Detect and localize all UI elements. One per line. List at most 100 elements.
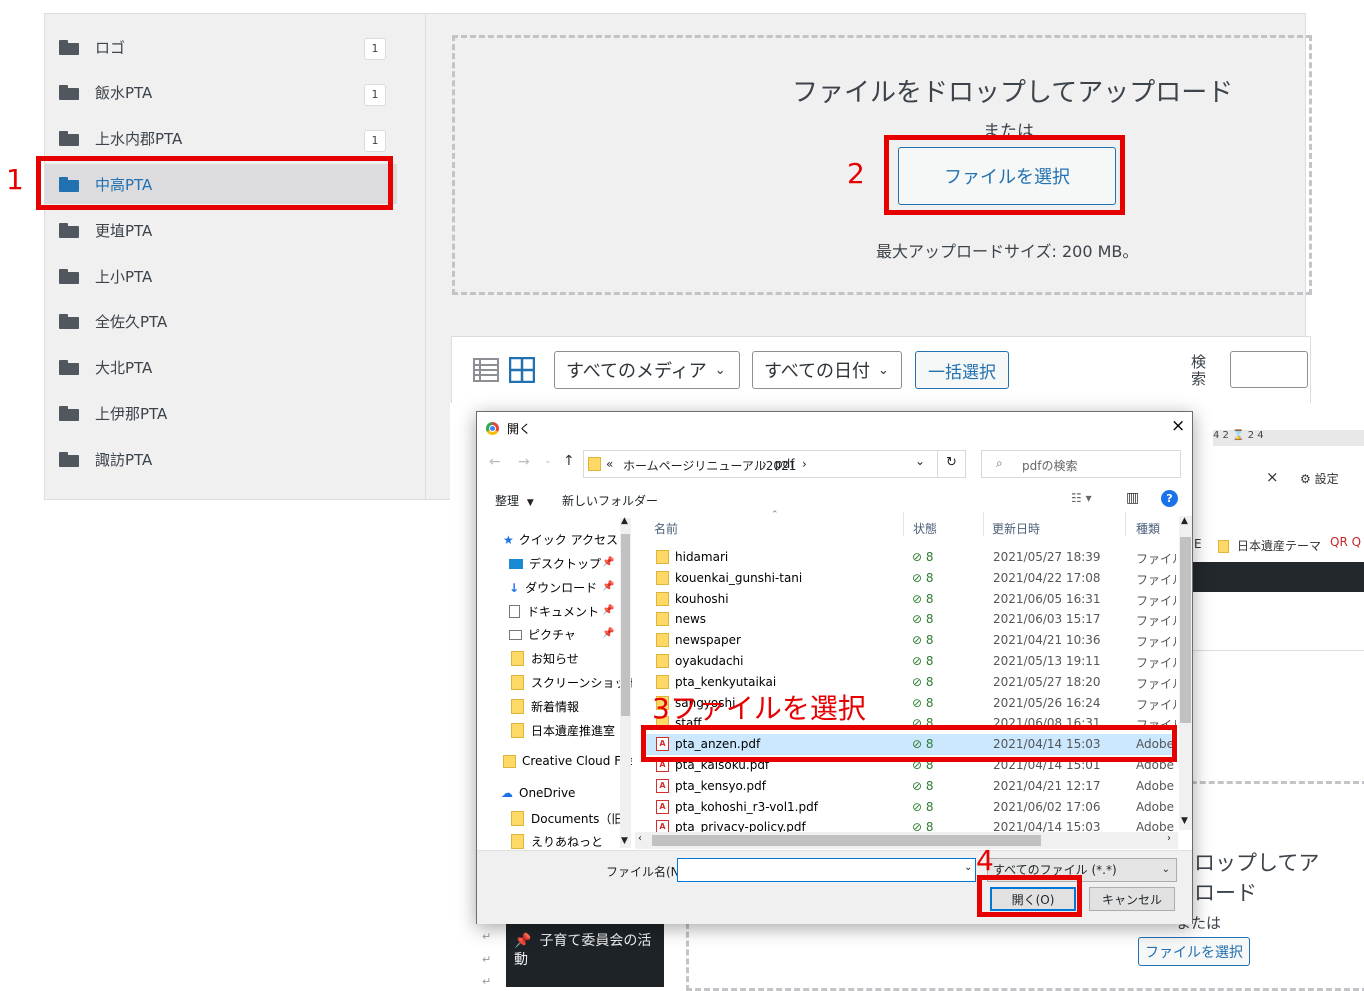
nav-item[interactable]: ピクチャ: [509, 626, 576, 643]
folder-item[interactable]: 更埴PTA: [45, 210, 397, 250]
folder-icon: [59, 222, 79, 238]
column-separator[interactable]: [983, 512, 984, 536]
divider: [1180, 650, 1364, 651]
scroll-down-icon[interactable]: ▼: [621, 836, 628, 846]
new-folder-button[interactable]: 新しいフォルダー: [562, 492, 658, 509]
bookmark-item[interactable]: E: [1194, 537, 1202, 551]
media-type-filter[interactable]: すべてのメディア ⌄: [554, 351, 740, 389]
nav-item-label: Documents（旧:: [531, 812, 628, 826]
file-row[interactable]: Apta_kohoshi_r3-vol1.pdf ⊘ 8 2021/06/02 17…: [642, 797, 1177, 818]
file-row[interactable]: oyakudachi ⊘ 8 2021/05/13 19:11 ファイル フ: [642, 651, 1177, 672]
breadcrumb-item[interactable]: ホームページリニューアル2021: [623, 457, 796, 474]
folder-label: 上小PTA: [95, 267, 153, 286]
nav-item[interactable]: お知らせ: [511, 650, 579, 667]
folder-item[interactable]: 大北PTA: [45, 348, 397, 388]
column-header-date[interactable]: 更新日時: [992, 520, 1040, 537]
history-dropdown-icon[interactable]: ⌄: [544, 456, 552, 466]
file-row[interactable]: kouenkai_gunshi-tani ⊘ 8 2021/04/22 17:08 フ…: [642, 568, 1177, 589]
sync-status: ⊘ 8: [912, 778, 934, 793]
folder-item[interactable]: 諏訪PTA: [45, 439, 397, 479]
filename-input[interactable]: [677, 858, 976, 882]
scroll-down-icon[interactable]: ▼: [1181, 816, 1188, 826]
scroll-right-icon[interactable]: ›: [1167, 833, 1171, 844]
pin-icon: 📌: [602, 605, 615, 616]
chevron-down-icon[interactable]: ⌄: [915, 454, 925, 468]
media-search-input[interactable]: [1230, 351, 1308, 388]
file-date: 2021/05/27 18:20: [993, 674, 1101, 689]
file-row[interactable]: news ⊘ 8 2021/06/03 15:17 ファイル フ: [642, 609, 1177, 630]
file-row[interactable]: newspaper ⊘ 8 2021/04/21 10:36 ファイル フ: [642, 630, 1177, 651]
nav-item-label: スクリーンショット: [531, 676, 632, 690]
nav-item[interactable]: えりあねっと: [511, 833, 603, 850]
file-name: kouenkai_gunshi-tani: [675, 570, 803, 585]
list-view-icon[interactable]: [473, 357, 499, 383]
close-icon[interactable]: ×: [1266, 468, 1279, 486]
folder-item[interactable]: 全佐久PTA: [45, 302, 397, 342]
nav-item[interactable]: ↓ ダウンロード: [509, 579, 597, 596]
nav-item[interactable]: ☁ OneDrive: [501, 786, 575, 800]
grid-view-icon[interactable]: [509, 357, 535, 383]
nav-item[interactable]: デスクトップ: [509, 555, 601, 572]
refresh-button[interactable]: ↻: [937, 450, 966, 478]
up-folder-icon[interactable]: ↑: [563, 453, 575, 469]
sync-status: ⊘ 8: [912, 550, 934, 564]
back-icon[interactable]: ←: [489, 454, 501, 470]
folder-search-input[interactable]: ⌕ pdfの検索: [981, 450, 1181, 478]
nav-item[interactable]: 日本遺産推進室: [511, 722, 615, 739]
forward-icon[interactable]: →: [518, 454, 530, 470]
scroll-up-icon[interactable]: ▲: [621, 516, 628, 526]
file-list-scrollbar-thumb[interactable]: [1180, 537, 1191, 723]
column-separator[interactable]: [903, 512, 904, 536]
breadcrumb-item[interactable]: pdf: [775, 457, 794, 471]
sidebar-item-kosodate[interactable]: 📌 子育て委員会の活動: [514, 932, 664, 970]
preview-pane-icon[interactable]: ▥: [1126, 490, 1139, 506]
address-bar[interactable]: « ホームページリニューアル2021 › pdf › ⌄: [583, 450, 966, 478]
nav-scrollbar-thumb[interactable]: [621, 534, 630, 716]
column-separator[interactable]: [1125, 512, 1126, 536]
scroll-left-icon[interactable]: ‹: [638, 833, 642, 844]
star-icon: ★: [503, 532, 514, 547]
file-row[interactable]: Apta_kensyo.pdf ⊘ 8 2021/04/21 12:17 Adobe …: [642, 776, 1177, 797]
file-row[interactable]: kouhoshi ⊘ 8 2021/06/05 16:31 ファイル フ: [642, 589, 1177, 610]
background-select-files-button[interactable]: ファイルを選択: [1138, 937, 1250, 966]
nav-item-label: 日本遺産推進室: [531, 724, 616, 738]
date-filter[interactable]: すべての日付 ⌄: [752, 351, 902, 389]
nav-item[interactable]: 新着情報: [511, 698, 579, 715]
nav-item-label: ドキュメント: [527, 605, 600, 619]
folder-item[interactable]: 飯水PTA 1: [45, 73, 397, 113]
pin-icon: 📌: [602, 557, 615, 568]
chevron-right-icon: ›: [802, 457, 807, 471]
help-icon[interactable]: ?: [1161, 490, 1178, 507]
bookmark-nihon-isan-theme[interactable]: 日本遺産テーマ: [1218, 537, 1321, 554]
organize-menu[interactable]: 整理 ▼: [495, 492, 534, 509]
nav-item[interactable]: ★ クイック アクセス: [503, 531, 618, 548]
column-header-type[interactable]: 種類: [1136, 520, 1160, 537]
folder-icon: [59, 39, 79, 55]
folder-icon: [511, 811, 524, 826]
bulk-select-button[interactable]: 一括選択: [915, 351, 1009, 389]
nav-item[interactable]: Creative Cloud File: [503, 754, 632, 768]
nav-item-label: 新着情報: [531, 700, 580, 714]
nav-item[interactable]: ドキュメント: [509, 603, 599, 620]
folder-item[interactable]: 上水内郡PTA 1: [45, 119, 397, 159]
close-icon[interactable]: ×: [1171, 416, 1185, 436]
folder-item[interactable]: 上小PTA: [45, 256, 397, 296]
nav-item[interactable]: Documents（旧:: [511, 810, 627, 827]
nav-item[interactable]: スクリーンショット: [511, 674, 632, 691]
dialog-title: 開く: [507, 422, 532, 436]
folder-item[interactable]: 上伊那PTA: [45, 393, 397, 433]
cancel-button[interactable]: キャンセル: [1089, 887, 1175, 911]
qr-bookmark[interactable]: QR Q: [1330, 535, 1361, 549]
column-header-status[interactable]: 状態: [913, 520, 937, 537]
folder-item[interactable]: ロゴ 1: [45, 27, 397, 67]
file-row[interactable]: hidamari ⊘ 8 2021/05/27 18:39 ファイル フ: [642, 547, 1177, 568]
settings-link[interactable]: ⚙ 設定: [1300, 470, 1339, 487]
breadcrumb-overflow[interactable]: «: [606, 457, 613, 471]
column-header-name[interactable]: 名前: [654, 520, 678, 537]
chevron-down-icon[interactable]: ⌄: [964, 862, 972, 873]
file-date: 2021/04/21 10:36: [993, 633, 1101, 648]
scroll-up-icon[interactable]: ▲: [1181, 516, 1188, 526]
chevron-down-icon: ⌄: [878, 362, 889, 378]
nav-item-label: ダウンロード: [525, 581, 598, 595]
view-options-icon[interactable]: ☷ ▾: [1071, 491, 1092, 505]
